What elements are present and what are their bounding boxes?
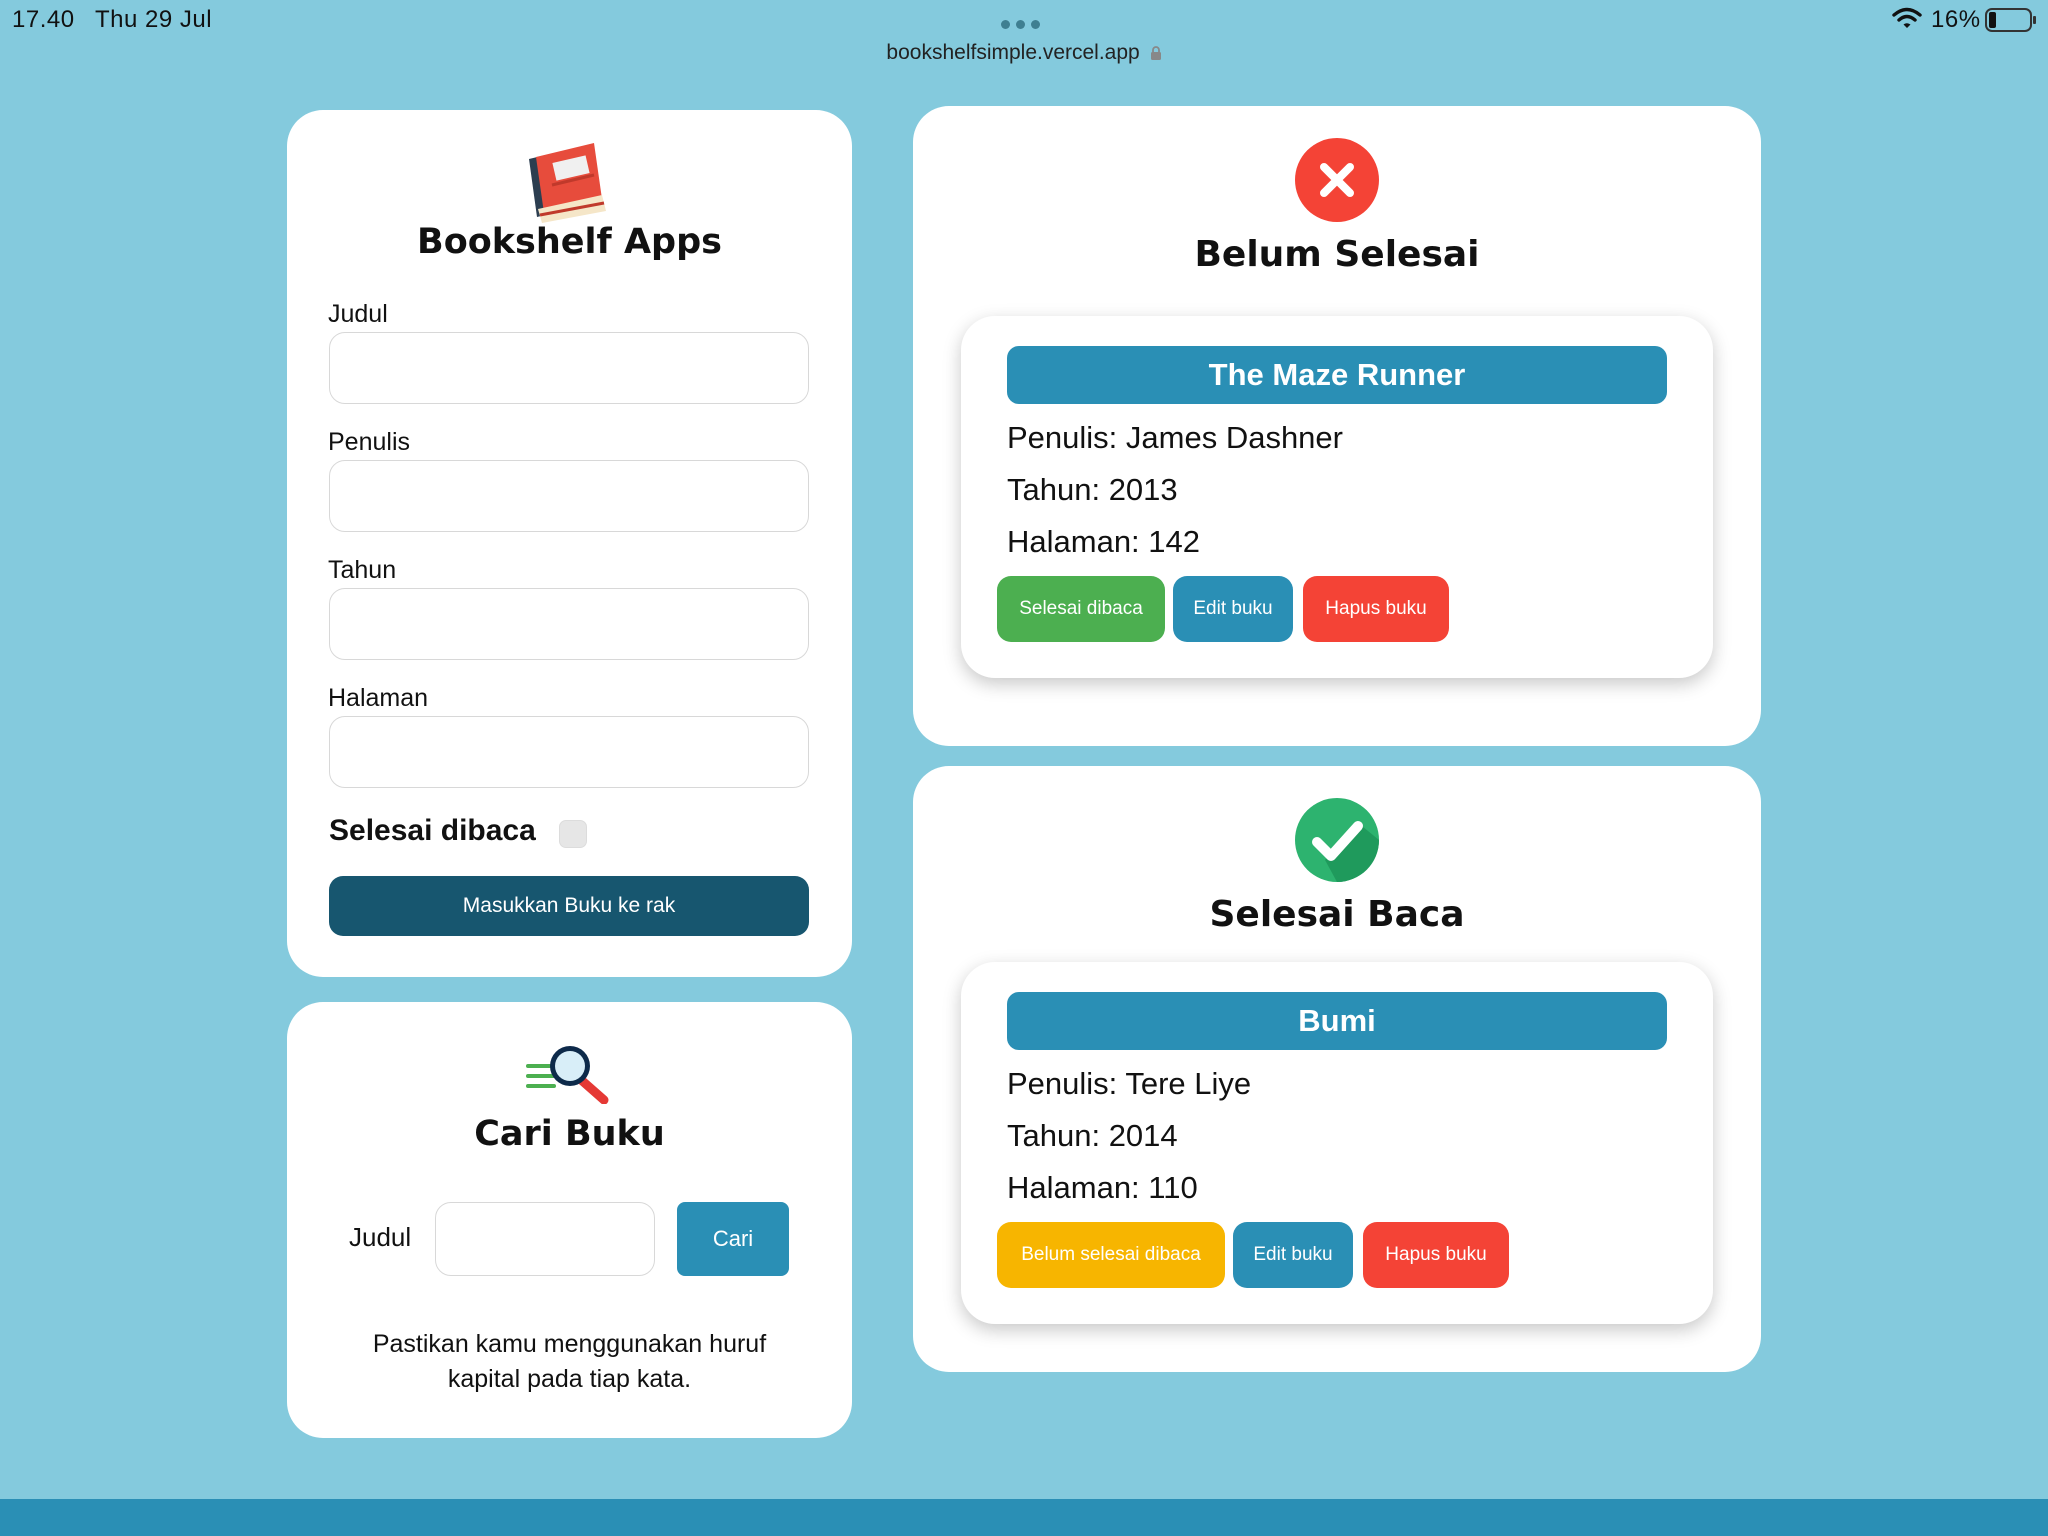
search-hint-line-1: Pastikan kamu menggunakan huruf [372, 1330, 767, 1358]
title-input[interactable] [329, 332, 809, 404]
delete-book-button[interactable]: Hapus buku [1303, 576, 1449, 642]
check-circle-icon [1295, 798, 1379, 882]
unfinished-shelf-card: Belum Selesai The Maze Runner Penulis: J… [913, 106, 1761, 746]
author-input[interactable] [329, 460, 809, 532]
edit-book-button[interactable]: Edit buku [1173, 576, 1293, 642]
book-author: Penulis: James Dashner [1007, 420, 1343, 455]
book-author: Penulis: Tere Liye [1007, 1066, 1252, 1101]
status-time: 17.40 [12, 6, 75, 33]
search-card: Cari Buku Judul Cari Pastikan kamu mengg… [287, 1002, 852, 1438]
close-circle-icon [1295, 138, 1379, 222]
book-item: Bumi Penulis: Tere Liye Tahun: 2014 Hala… [961, 962, 1713, 1324]
mark-unfinished-button[interactable]: Belum selesai dibaca [997, 1222, 1225, 1288]
book-item: The Maze Runner Penulis: James Dashner T… [961, 316, 1713, 678]
search-hint: Pastikan kamu menggunakan huruf kapital … [287, 1327, 852, 1397]
pages-label: Halaman [328, 684, 429, 712]
finished-title: Selesai Baca [1209, 894, 1465, 935]
book-year: Tahun: 2013 [1007, 472, 1178, 507]
title-label: Judul [328, 300, 388, 328]
year-input[interactable] [329, 588, 809, 660]
magnifier-icon [526, 1046, 609, 1104]
more-dots-icon[interactable] [1001, 20, 1040, 29]
lock-icon [1150, 46, 1161, 60]
edit-book-button[interactable]: Edit buku [1233, 1222, 1353, 1288]
book-icon [529, 143, 606, 223]
search-input[interactable] [435, 1202, 655, 1276]
search-hint-line-2: kapital pada tiap kata. [447, 1365, 692, 1393]
wifi-icon [1892, 7, 1922, 28]
author-label: Penulis [328, 428, 410, 456]
pages-input[interactable] [329, 716, 809, 788]
url-text: bookshelfsimple.vercel.app [886, 41, 1140, 64]
book-pages: Halaman: 142 [1007, 524, 1201, 559]
book-title: The Maze Runner [1007, 346, 1667, 404]
add-book-card: Bookshelf Apps Judul Penulis Tahun Halam… [287, 110, 852, 977]
search-button[interactable]: Cari [677, 1202, 789, 1276]
mark-finished-button[interactable]: Selesai dibaca [997, 576, 1165, 642]
finished-shelf-card: Selesai Baca Bumi Penulis: Tere Liye Tah… [913, 766, 1761, 1372]
search-title: Cari Buku [474, 1114, 665, 1154]
delete-book-button[interactable]: Hapus buku [1363, 1222, 1509, 1288]
finished-checkbox-label: Selesai dibaca [329, 814, 536, 847]
footer-bar [0, 1499, 2048, 1536]
book-pages: Halaman: 110 [1007, 1170, 1198, 1205]
book-year: Tahun: 2014 [1007, 1118, 1178, 1153]
unfinished-title: Belum Selesai [1194, 234, 1480, 275]
add-book-button[interactable]: Masukkan Buku ke rak [329, 876, 809, 936]
app-title: Bookshelf Apps [417, 222, 722, 262]
finished-checkbox[interactable] [559, 820, 587, 848]
status-date: Thu 29 Jul [95, 6, 213, 33]
year-label: Tahun [328, 556, 397, 584]
book-title: Bumi [1007, 992, 1667, 1050]
battery-icon [1985, 8, 2036, 32]
search-label: Judul [349, 1222, 412, 1252]
url-bar[interactable]: bookshelfsimple.vercel.app [0, 41, 2048, 65]
battery-percent: 16% [1931, 6, 1981, 33]
